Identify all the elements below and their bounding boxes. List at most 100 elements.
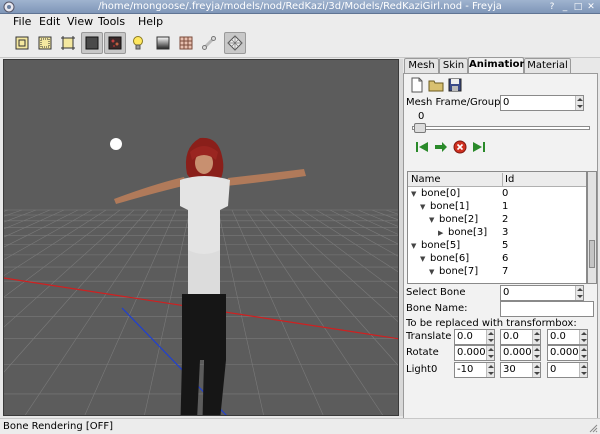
bone-tree[interactable]: Name Id ▼ bone[0] 0 ▼ bone[1] 1 ▼ bone[2… (407, 171, 587, 284)
mesh-frame-group-label: Mesh Frame/Group (406, 97, 501, 108)
light-z-spinner[interactable] (579, 363, 587, 377)
menu-bar: File Edit View Tools Help (0, 14, 600, 30)
bone-tree-row[interactable]: ▶ bone[3] 3 (408, 227, 586, 239)
save-icon[interactable] (447, 77, 463, 93)
tab-mesh[interactable]: Mesh (404, 58, 439, 73)
menu-help[interactable]: Help (138, 15, 163, 29)
bone-tree-row[interactable]: ▼ bone[5] 5 (408, 240, 586, 252)
title-bar[interactable]: /home/mongoose/.freyja/models/nod/RedKaz… (0, 0, 600, 14)
expand-icon[interactable]: ▼ (429, 266, 434, 278)
solid-view-icon (85, 36, 99, 50)
bone-name-label: Bone Name: (406, 303, 468, 314)
resize-grip-icon[interactable] (588, 423, 598, 433)
expand-icon[interactable]: ▼ (420, 201, 425, 213)
rotate-z-field[interactable]: 0.000 (547, 345, 588, 361)
menu-edit[interactable]: Edit (39, 15, 60, 29)
crop-button[interactable] (57, 32, 79, 54)
3d-viewport[interactable] (3, 59, 399, 416)
close-icon[interactable]: ✕ (585, 1, 597, 13)
light-label: Light0 (406, 364, 438, 375)
open-folder-icon[interactable] (428, 77, 444, 93)
side-panel: Mesh Skin Animation Material Mesh Frame/… (403, 57, 598, 419)
rotate-y-value: 0.000 (503, 347, 532, 358)
frame-slider-handle[interactable] (414, 123, 426, 133)
bone-tree-row[interactable]: ▼ bone[6] 6 (408, 253, 586, 265)
select-bone-field[interactable]: 0 (500, 285, 584, 301)
stop-icon[interactable] (452, 139, 468, 155)
light-z-field[interactable]: 0 (547, 362, 588, 378)
expand-icon[interactable]: ▼ (411, 240, 416, 252)
light-x-field[interactable]: -10 (454, 362, 495, 378)
bone-tree-scrollbar[interactable] (587, 171, 597, 284)
bone-id: 1 (502, 201, 509, 212)
select-button[interactable] (34, 32, 56, 54)
checker-button[interactable] (175, 32, 197, 54)
fast-forward-icon[interactable] (471, 139, 487, 155)
select-bone-label: Select Bone (406, 287, 466, 298)
select-bone-spinner[interactable] (575, 286, 583, 300)
bone-name: bone[5] (421, 240, 461, 251)
rewind-icon[interactable] (414, 139, 430, 155)
bone-tree-row[interactable]: ▼ bone[2] 2 (408, 214, 586, 226)
bone-name-input[interactable] (500, 301, 594, 317)
menu-tools[interactable]: Tools (98, 15, 125, 29)
minimize-icon[interactable]: _ (559, 1, 571, 13)
play-icon[interactable] (433, 139, 449, 155)
frame-slider-track[interactable] (412, 126, 590, 130)
gradient-button[interactable] (152, 32, 174, 54)
tab-animation[interactable]: Animation (468, 57, 527, 74)
tab-skin[interactable]: Skin (439, 58, 468, 73)
bone-button[interactable] (198, 32, 220, 54)
select-icon (38, 36, 52, 50)
bone-tree-row[interactable]: ▼ bone[7] 7 (408, 266, 586, 278)
bone-id: 2 (502, 214, 509, 225)
translate-y-field[interactable]: 0.0 (500, 329, 541, 345)
scrollbar-thumb[interactable] (589, 240, 595, 268)
bone-id: 5 (502, 240, 509, 251)
rotate-x-spinner[interactable] (486, 346, 494, 360)
light-button[interactable] (127, 32, 149, 54)
name-column-header[interactable]: Name (411, 173, 441, 186)
maximize-icon[interactable]: □ (572, 1, 584, 13)
expand-icon[interactable]: ▼ (420, 253, 425, 265)
bone-tree-row[interactable]: ▼ bone[0] 0 (408, 188, 586, 200)
help-icon[interactable]: ? (546, 1, 558, 13)
mesh-frame-group-spinner[interactable] (575, 96, 583, 110)
translate-z-field[interactable]: 0.0 (547, 329, 588, 345)
checker-icon (179, 36, 193, 50)
menu-view[interactable]: View (67, 15, 93, 29)
light-z-value: 0 (550, 364, 557, 375)
bone-name: bone[1] (430, 201, 470, 212)
solid-view-button[interactable] (81, 32, 103, 54)
bone-tree-header: Name Id (408, 172, 586, 187)
bone-name: bone[7] (439, 266, 479, 277)
light-x-spinner[interactable] (486, 363, 494, 377)
light-y-field[interactable]: 30 (500, 362, 541, 378)
collapse-icon[interactable]: ▶ (438, 227, 443, 239)
translate-y-spinner[interactable] (532, 330, 540, 344)
menu-file[interactable]: File (13, 15, 31, 29)
rotate-y-field[interactable]: 0.000 (500, 345, 541, 361)
viewport-canvas[interactable] (4, 60, 399, 416)
light-y-spinner[interactable] (532, 363, 540, 377)
mesh-frame-group-field[interactable]: 0 (500, 95, 584, 111)
expand-icon[interactable]: ▼ (429, 214, 434, 226)
translate-z-spinner[interactable] (579, 330, 587, 344)
grid-button[interactable] (224, 32, 246, 54)
texture-view-button[interactable] (104, 32, 126, 54)
new-file-icon[interactable] (409, 77, 425, 93)
zoom-extent-button[interactable] (11, 32, 33, 54)
rotate-y-spinner[interactable] (532, 346, 540, 360)
translate-x-field[interactable]: 0.0 (454, 329, 495, 345)
bone-tree-row[interactable]: ▼ bone[1] 1 (408, 201, 586, 213)
animation-page: Mesh Frame/Group 0 0 Name Id ▼ bone[0] 0… (403, 73, 598, 419)
id-column-header[interactable]: Id (502, 173, 514, 186)
tab-material[interactable]: Material (524, 58, 571, 73)
grid-icon (227, 35, 243, 51)
rotate-z-spinner[interactable] (579, 346, 587, 360)
translate-x-spinner[interactable] (486, 330, 494, 344)
rotate-x-field[interactable]: 0.000 (454, 345, 495, 361)
status-bar: Bone Rendering [OFF] (0, 418, 600, 434)
expand-icon[interactable]: ▼ (411, 188, 416, 200)
light-source-marker[interactable] (110, 138, 122, 150)
